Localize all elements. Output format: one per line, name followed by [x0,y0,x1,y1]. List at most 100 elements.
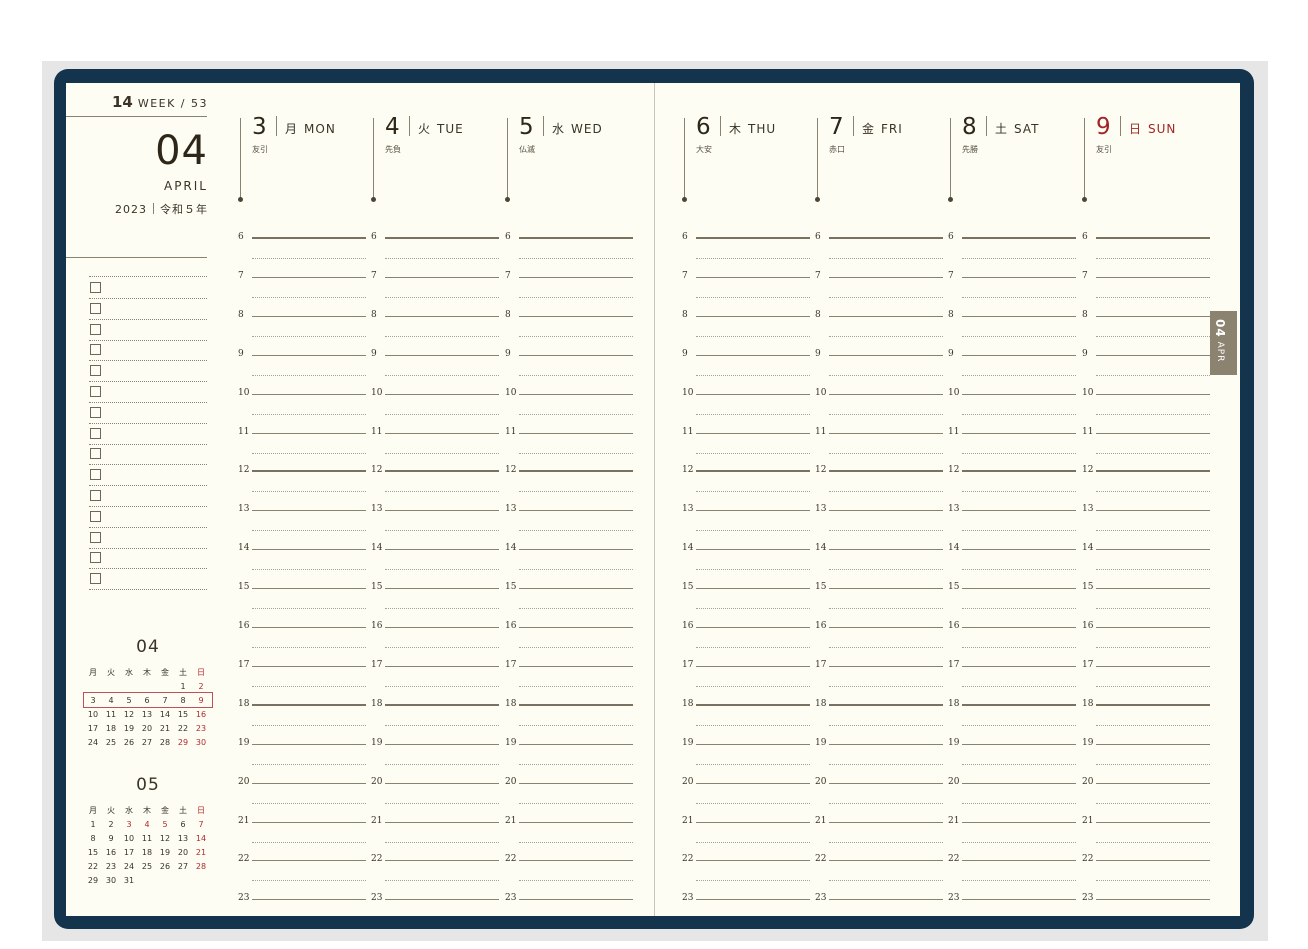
hour-slot[interactable]: 15 [948,582,1076,627]
mini-calendar-day[interactable]: 26 [120,738,138,747]
mini-calendar-day[interactable]: 4 [102,696,120,705]
hour-slot[interactable]: 18 [505,699,633,744]
hour-slot[interactable]: 16 [238,621,366,666]
mini-calendar-day[interactable]: 30 [102,876,120,885]
hour-slot[interactable]: 11 [948,427,1076,472]
mini-calendar-day[interactable]: 14 [192,834,210,843]
hour-slot[interactable]: 21 [948,816,1076,861]
hour-slot[interactable]: 17 [815,660,943,705]
hour-slot[interactable]: 23 [371,893,499,938]
hour-slot[interactable]: 14 [682,543,810,588]
hour-slot[interactable]: 14 [371,543,499,588]
hour-slot[interactable]: 9 [815,349,943,394]
hour-slot[interactable]: 18 [815,699,943,744]
hour-slot[interactable]: 16 [505,621,633,666]
todo-checkbox[interactable] [90,552,101,564]
hour-slot[interactable]: 21 [238,816,366,861]
mini-calendar-day[interactable]: 16 [192,710,210,719]
hour-slot[interactable]: 11 [1082,427,1210,472]
mini-calendar-day[interactable]: 23 [102,862,120,871]
mini-calendar-day[interactable]: 20 [174,848,192,857]
hour-slot[interactable]: 8 [815,310,943,355]
mini-calendar-day[interactable]: 24 [120,862,138,871]
hour-slot[interactable]: 23 [682,893,810,938]
hour-slot[interactable]: 12 [1082,465,1210,510]
mini-calendar-day[interactable]: 24 [84,738,102,747]
mini-calendar-day[interactable]: 1 [174,682,192,691]
hour-slot[interactable]: 17 [371,660,499,705]
hour-slot[interactable]: 13 [238,504,366,549]
todo-checkbox[interactable] [90,406,101,418]
mini-calendar-day[interactable]: 17 [84,724,102,733]
todo-checkbox[interactable] [90,469,101,481]
todo-checkbox[interactable] [90,531,101,543]
hour-slot[interactable]: 16 [815,621,943,666]
hour-slot[interactable]: 6 [371,232,499,277]
todo-checkbox[interactable] [90,344,101,356]
hour-slot[interactable]: 20 [682,777,810,822]
mini-calendar-day[interactable]: 28 [156,738,174,747]
mini-calendar-day[interactable]: 23 [192,724,210,733]
hour-slot[interactable]: 11 [238,427,366,472]
mini-calendar-day[interactable]: 13 [174,834,192,843]
hour-slot[interactable]: 13 [948,504,1076,549]
hour-slot[interactable]: 18 [682,699,810,744]
mini-calendar-day[interactable]: 10 [84,710,102,719]
todo-checkbox[interactable] [90,323,101,335]
hour-slot[interactable]: 16 [948,621,1076,666]
hour-slot[interactable]: 17 [1082,660,1210,705]
todo-checkbox[interactable] [90,386,101,397]
hour-slot[interactable]: 9 [505,349,633,394]
hour-slot[interactable]: 15 [371,582,499,627]
hour-slot[interactable]: 8 [505,310,633,355]
hour-slot[interactable]: 20 [815,777,943,822]
mini-calendar-day[interactable]: 17 [120,848,138,857]
hour-slot[interactable]: 23 [948,893,1076,938]
hour-slot[interactable]: 12 [238,465,366,510]
hour-slot[interactable]: 20 [1082,777,1210,822]
hour-slot[interactable]: 20 [505,777,633,822]
mini-calendar-day[interactable]: 12 [156,834,174,843]
hour-slot[interactable]: 12 [505,465,633,510]
mini-calendar-day[interactable]: 15 [84,848,102,857]
hour-slot[interactable]: 11 [371,427,499,472]
hour-slot[interactable]: 8 [948,310,1076,355]
hour-slot[interactable]: 22 [815,854,943,899]
todo-checkbox[interactable] [90,510,101,522]
hour-slot[interactable]: 7 [1082,271,1210,316]
mini-calendar-day[interactable]: 31 [120,876,138,885]
month-index-tab[interactable]: 04 APR [1210,311,1237,375]
hour-slot[interactable]: 9 [238,349,366,394]
hour-slot[interactable]: 21 [815,816,943,861]
mini-calendar-day[interactable]: 5 [120,696,138,705]
hour-slot[interactable]: 19 [371,738,499,783]
mini-calendar-day[interactable]: 9 [102,834,120,843]
hour-slot[interactable]: 6 [505,232,633,277]
mini-calendar-day[interactable]: 19 [120,724,138,733]
mini-calendar-day[interactable]: 21 [192,848,210,857]
hour-slot[interactable]: 7 [505,271,633,316]
hour-slot[interactable]: 9 [948,349,1076,394]
mini-calendar-day[interactable]: 21 [156,724,174,733]
hour-slot[interactable]: 14 [948,543,1076,588]
mini-calendar-day[interactable]: 27 [174,862,192,871]
todo-checkbox[interactable] [90,490,101,501]
hour-slot[interactable]: 23 [238,893,366,938]
todo-checkbox[interactable] [90,427,101,439]
todo-checkbox[interactable] [90,302,101,314]
hour-slot[interactable]: 17 [682,660,810,705]
hour-slot[interactable]: 16 [682,621,810,666]
hour-slot[interactable]: 10 [238,388,366,433]
mini-calendar-day[interactable]: 1 [84,820,102,829]
hour-slot[interactable]: 7 [238,271,366,316]
hour-slot[interactable]: 14 [505,543,633,588]
mini-calendar-day[interactable]: 25 [102,738,120,747]
mini-calendar-day[interactable]: 7 [192,820,210,829]
mini-calendar-day[interactable]: 6 [174,820,192,829]
mini-calendar-day[interactable]: 22 [84,862,102,871]
mini-calendar-day[interactable]: 28 [192,862,210,871]
hour-slot[interactable]: 18 [371,699,499,744]
mini-calendar-day[interactable]: 5 [156,820,174,829]
mini-calendar-day[interactable]: 29 [174,738,192,747]
hour-slot[interactable]: 8 [371,310,499,355]
